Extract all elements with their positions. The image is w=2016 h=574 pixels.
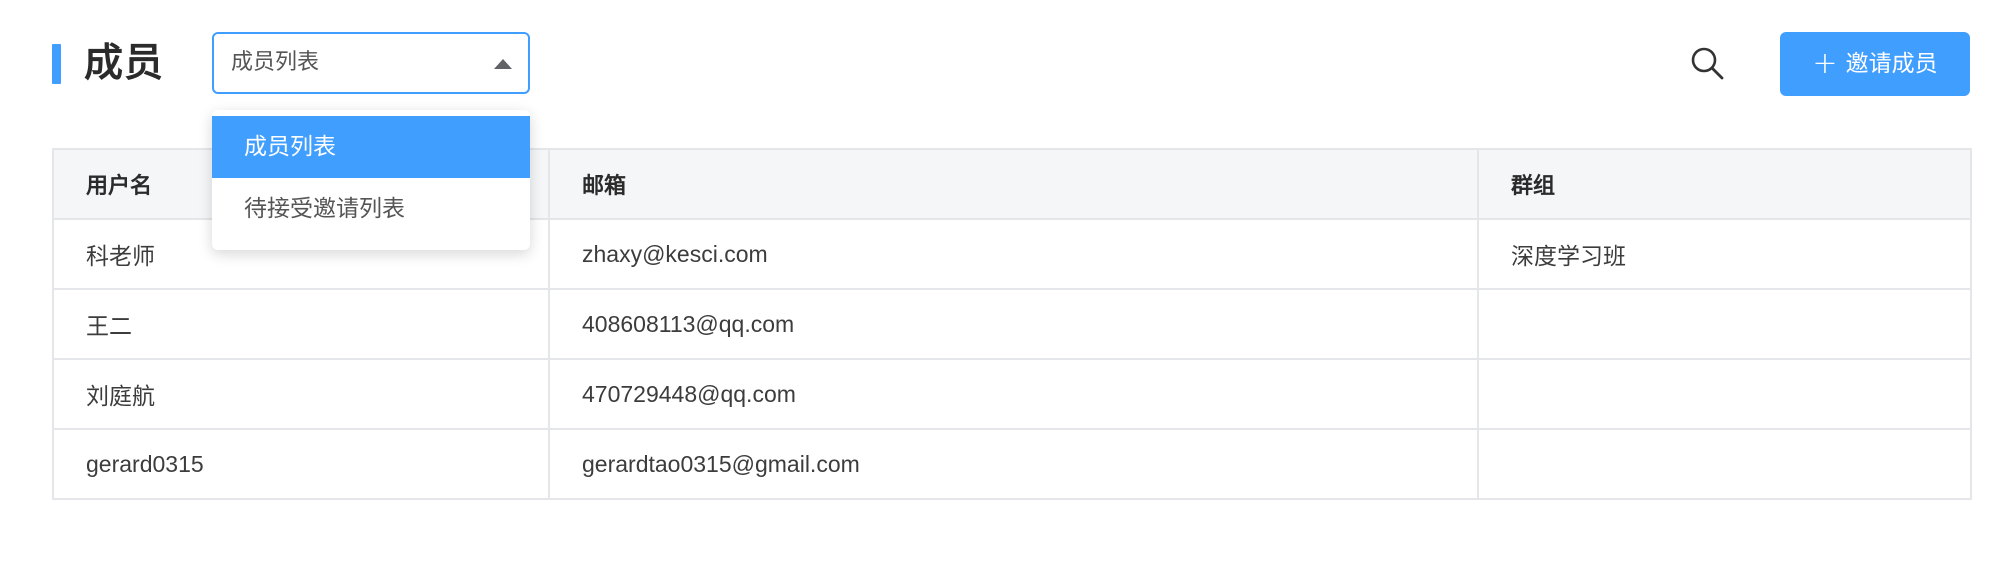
cell-username: 王二 <box>52 288 550 360</box>
cell-email: gerardtao0315@gmail.com <box>548 428 1479 500</box>
cell-email: 470729448@qq.com <box>548 358 1479 430</box>
cell-group <box>1477 428 1972 500</box>
plus-icon: + <box>1812 46 1838 81</box>
invite-member-button[interactable]: + 邀请成员 <box>1780 32 1970 96</box>
cell-group: 深度学习班 <box>1477 218 1972 290</box>
column-header-group: 群组 <box>1477 148 1972 220</box>
table-row[interactable]: gerard0315 gerardtao0315@gmail.com <box>52 428 1972 500</box>
dropdown-option-member-list[interactable]: 成员列表 <box>212 116 530 178</box>
cell-email: 408608113@qq.com <box>548 288 1479 360</box>
table-row[interactable]: 王二 408608113@qq.com <box>52 288 1972 360</box>
cell-group <box>1477 288 1972 360</box>
table-row[interactable]: 刘庭航 470729448@qq.com <box>52 358 1972 430</box>
list-type-select-value: 成员列表 <box>231 50 320 75</box>
title-accent-bar <box>52 44 61 84</box>
dropdown-option-pending-invites[interactable]: 待接受邀请列表 <box>212 178 530 240</box>
column-header-email: 邮箱 <box>548 148 1479 220</box>
cell-username: gerard0315 <box>52 428 550 500</box>
cell-email: zhaxy@kesci.com <box>548 218 1479 290</box>
search-icon[interactable] <box>1688 44 1728 84</box>
page-title: 成员 <box>84 41 165 86</box>
cell-username: 刘庭航 <box>52 358 550 430</box>
cell-group <box>1477 358 1972 430</box>
list-type-select[interactable]: 成员列表 <box>212 32 530 94</box>
caret-up-icon <box>494 59 512 69</box>
invite-member-label: 邀请成员 <box>1845 51 1938 77</box>
members-page: 成员 成员列表 成员列表 待接受邀请列表 + 邀请成员 用户名 邮箱 群组 科老… <box>0 0 2016 574</box>
list-type-dropdown: 成员列表 待接受邀请列表 <box>212 110 530 250</box>
